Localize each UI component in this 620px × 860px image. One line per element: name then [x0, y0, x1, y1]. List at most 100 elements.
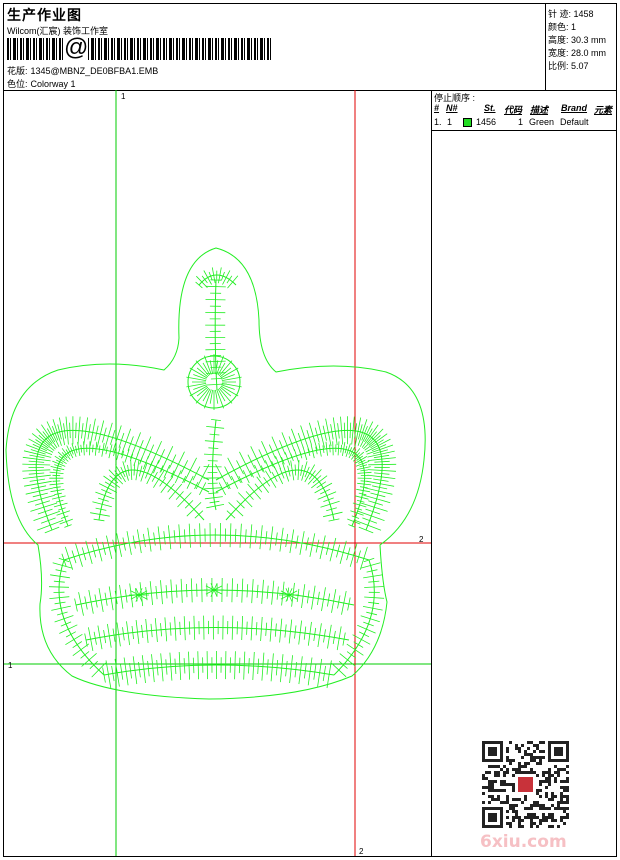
colorway-line: 色位: Colorway 1 [7, 77, 76, 90]
qr-module [557, 771, 560, 774]
qr-module [491, 798, 494, 801]
col-code: 代码 [504, 105, 523, 115]
qr-module [518, 762, 521, 765]
qr-module [551, 816, 554, 819]
qr-module [536, 825, 539, 828]
col-description: 描述 [530, 105, 549, 115]
qr-module [518, 768, 521, 771]
qr-module [566, 786, 569, 789]
qr-module [515, 810, 518, 813]
qr-module [539, 756, 542, 759]
qr-module [485, 777, 488, 780]
qr-module [512, 789, 515, 792]
qr-module [548, 777, 551, 780]
qr-module [545, 819, 548, 822]
header-info-block: 生产作业图 Wilcom(汇宸) 装饰工作室 @ 花版: 1345@MBNZ_DE… [4, 4, 546, 90]
qr-module [545, 792, 548, 795]
qr-module [494, 780, 497, 783]
qr-module [512, 783, 515, 786]
studio-name: Wilcom(汇宸) 装饰工作室 [7, 26, 108, 36]
row-stitches: 1456 [476, 117, 497, 127]
qr-module [515, 813, 518, 816]
qr-module [536, 804, 539, 807]
qr-module [512, 807, 515, 810]
col-needle: N# [446, 103, 458, 113]
qr-module [566, 801, 569, 804]
qr-module [563, 816, 566, 819]
qr-module [530, 756, 533, 759]
qr-module [542, 771, 545, 774]
row-brand: Default [560, 117, 589, 127]
qr-module [539, 783, 542, 786]
qr-module [518, 816, 521, 819]
qr-module [509, 804, 512, 807]
qr-module [497, 798, 500, 801]
qr-module [515, 798, 518, 801]
stop-sequence-row[interactable]: 1. 1 1456 1 Green Default [432, 117, 616, 129]
qr-module [545, 777, 548, 780]
row-description: Green [529, 117, 555, 127]
qr-module [560, 795, 563, 798]
qr-module [560, 780, 563, 783]
qr-module [539, 807, 542, 810]
qr-module [497, 774, 500, 777]
barcode [7, 38, 273, 60]
qr-module [566, 771, 569, 774]
qr-module [527, 771, 530, 774]
qr-module [518, 765, 521, 768]
qr-module [566, 777, 569, 780]
qr-module [527, 762, 530, 765]
qr-module [542, 807, 545, 810]
qr-module [506, 801, 509, 804]
qr-module [533, 804, 536, 807]
qr-module [521, 756, 524, 759]
qr-module [497, 795, 500, 798]
qr-module [560, 816, 563, 819]
qr-module [524, 750, 527, 753]
qr-module [566, 765, 569, 768]
qr-module [542, 804, 545, 807]
watermark-text: 6xiu.com [480, 832, 567, 852]
qr-module [530, 771, 533, 774]
qr-module [503, 780, 506, 783]
qr-module [545, 795, 548, 798]
qr-module [506, 798, 509, 801]
qr-module [554, 795, 557, 798]
qr-module [563, 810, 566, 813]
qr-module [536, 774, 539, 777]
qr-module [548, 768, 551, 771]
qr-module [545, 786, 548, 789]
qr-module [536, 792, 539, 795]
qr-module [521, 765, 524, 768]
qr-module [539, 795, 542, 798]
qr-module [548, 771, 551, 774]
top-loop-stitch [195, 267, 239, 289]
qr-code-pattern [482, 741, 569, 828]
qr-module [506, 768, 509, 771]
qr-module [527, 816, 530, 819]
qr-module [554, 777, 557, 780]
qr-module [527, 813, 530, 816]
design-canvas[interactable]: 1 1 2 2 [4, 90, 432, 856]
spec-height: 高度: 30.3 mm [548, 35, 607, 45]
qr-module [512, 768, 515, 771]
qr-module [509, 741, 512, 744]
spec-width: 宽度: 28.0 mm [548, 48, 607, 58]
qr-module [533, 816, 536, 819]
qr-module [566, 789, 569, 792]
qr-module [518, 819, 521, 822]
qr-module [557, 801, 560, 804]
qr-module [533, 750, 536, 753]
qr-module [500, 780, 503, 783]
qr-module [491, 786, 494, 789]
worksheet-title: 生产作业图 [7, 7, 82, 23]
qr-module [551, 819, 554, 822]
qr-module [524, 816, 527, 819]
qr-module [554, 780, 557, 783]
qr-module [542, 750, 545, 753]
qr-module [548, 807, 551, 810]
qr-module [536, 747, 539, 750]
left-arch-inner-stitch-run [55, 447, 210, 527]
qr-module [533, 813, 536, 816]
qr-module [482, 801, 485, 804]
